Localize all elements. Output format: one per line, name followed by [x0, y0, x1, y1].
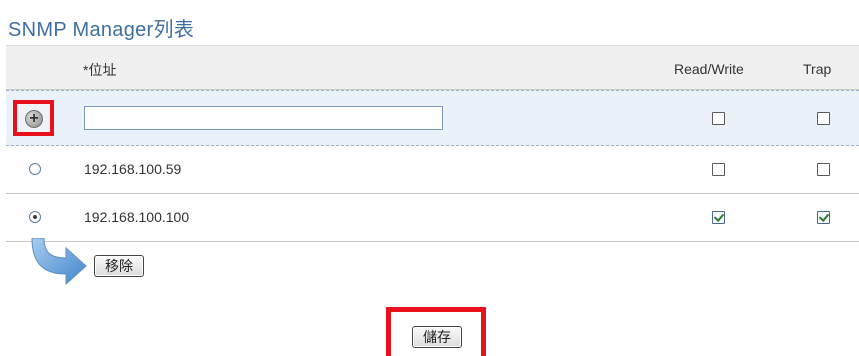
page-title: SNMP Manager列表 — [8, 19, 195, 41]
table-header: *位址 Read/Write Trap — [6, 45, 859, 90]
trap-checkbox[interactable] — [817, 211, 830, 224]
add-button[interactable]: + — [25, 110, 43, 128]
manager-address: 192.168.100.59 — [84, 161, 182, 177]
trap-checkbox[interactable] — [817, 163, 830, 176]
column-header-read-write: Read/Write — [674, 61, 744, 77]
column-header-address: *位址 — [83, 62, 117, 78]
address-input[interactable] — [84, 106, 443, 130]
add-trap-checkbox[interactable] — [817, 112, 830, 125]
add-button-highlight: + — [13, 100, 54, 136]
snmp-manager-table: *位址 Read/Write Trap + 192.168.100.59 192… — [6, 45, 859, 242]
manager-address: 192.168.100.100 — [84, 209, 190, 225]
add-read-write-checkbox[interactable] — [712, 112, 725, 125]
add-manager-row: + — [6, 90, 859, 146]
column-header-trap: Trap — [803, 61, 832, 77]
table-row: 192.168.100.100 — [6, 194, 859, 242]
row-select-radio[interactable] — [29, 163, 41, 175]
remove-button[interactable]: 移除 — [94, 255, 144, 277]
table-row: 192.168.100.59 — [6, 146, 859, 194]
curved-arrow-icon — [31, 238, 87, 286]
row-select-radio[interactable] — [29, 211, 41, 223]
read-write-checkbox[interactable] — [712, 163, 725, 176]
save-button[interactable]: 儲存 — [412, 326, 462, 348]
read-write-checkbox[interactable] — [712, 211, 725, 224]
save-button-highlight: 儲存 — [386, 307, 486, 356]
plus-icon: + — [29, 110, 39, 127]
